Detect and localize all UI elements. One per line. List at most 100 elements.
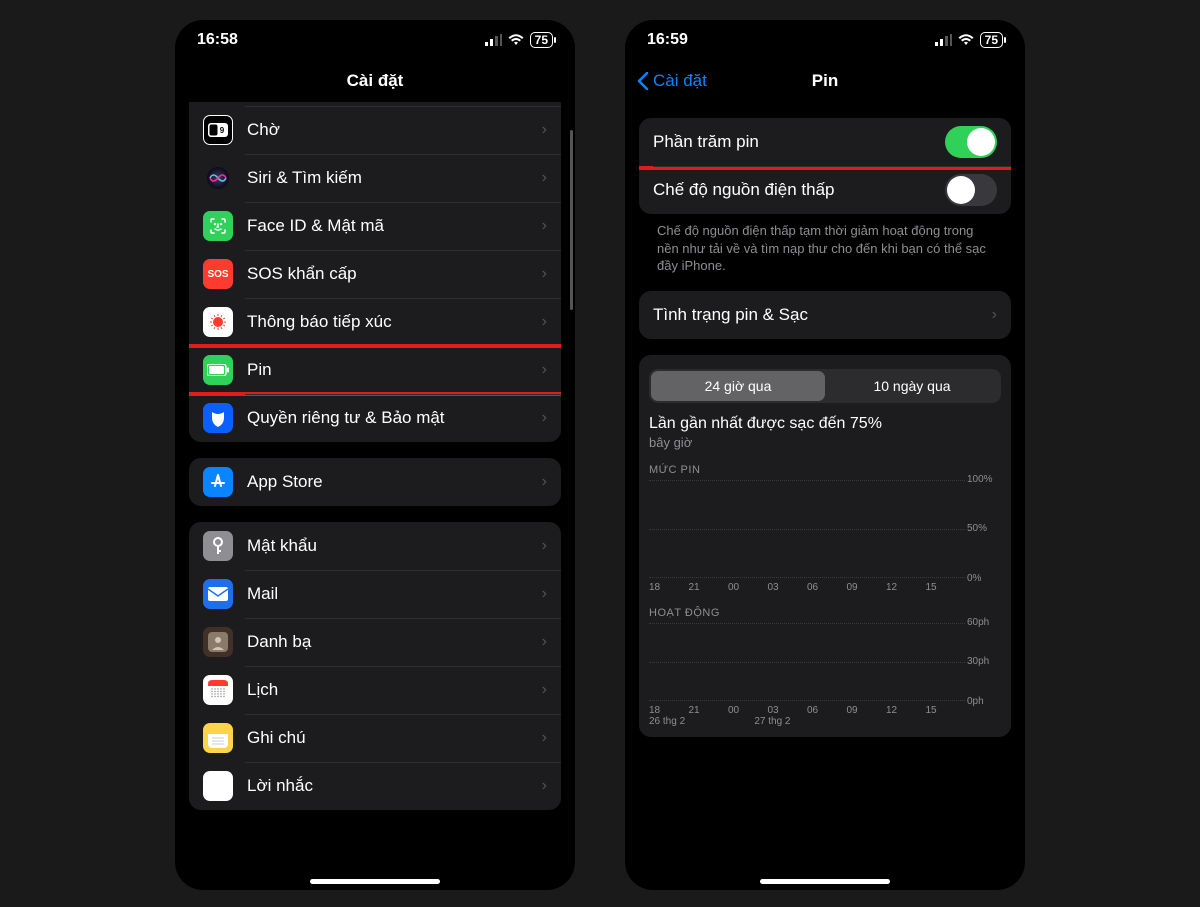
settings-row-battery[interactable]: Pin› — [189, 346, 561, 394]
privacy-icon — [203, 403, 233, 433]
status-bar: 16:59 75 — [625, 20, 1025, 60]
settings-row-mail[interactable]: Mail› — [189, 570, 561, 618]
x-axis: 1821000306091215 — [649, 705, 965, 716]
settings-row-notes[interactable]: Ghi chú› — [189, 714, 561, 762]
chevron-right-icon: › — [542, 729, 547, 747]
settings-row-appstore[interactable]: App Store› — [189, 458, 561, 506]
status-right: 75 — [485, 32, 553, 48]
settings-row-contacts[interactable]: Danh bạ› — [189, 618, 561, 666]
battery-level-chart: 100%50%0% — [649, 480, 1001, 578]
settings-row-siri[interactable]: Siri & Tìm kiếm› — [189, 154, 561, 202]
battery-health-row[interactable]: Tình trạng pin & Sạc › — [639, 291, 1011, 339]
status-bar: 16:58 75 — [175, 20, 575, 60]
phone-left: 16:58 75 Cài đặt Hình nền›9Chờ›Siri & Tì… — [175, 20, 575, 890]
home-indicator[interactable] — [310, 879, 440, 884]
chevron-right-icon: › — [542, 121, 547, 139]
chevron-right-icon: › — [542, 409, 547, 427]
reminders-icon — [203, 771, 233, 801]
row-label: Ghi chú — [247, 728, 542, 748]
sos-icon: SOS — [203, 259, 233, 289]
home-indicator[interactable] — [760, 879, 890, 884]
row-label: Lời nhắc — [247, 776, 542, 796]
phone-right: 16:59 75 Cài đặt Pin Phần trăm pin Chế độ… — [625, 20, 1025, 890]
calendar-icon — [203, 675, 233, 705]
settings-row-sos[interactable]: SOS SOS khẩn cấp› — [189, 250, 561, 298]
row-label: Thông báo tiếp xúc — [247, 312, 542, 332]
last-charged-heading: Lần gần nhất được sạc đến 75% — [649, 415, 1001, 433]
cellular-icon — [935, 34, 952, 46]
row-label: Pin — [247, 360, 542, 380]
battery-icon: 75 — [980, 32, 1003, 48]
toggle-row: Phần trăm pin — [639, 118, 1011, 166]
segmented-control[interactable]: 24 giờ qua 10 ngày qua — [649, 369, 1001, 403]
x-axis-dates: 26 thg 227 thg 2 — [649, 716, 965, 727]
page-title: Cài đặt — [347, 71, 404, 91]
activity-chart-label: HOẠT ĐỘNG — [649, 607, 1001, 619]
nav-bar: Cài đặt Pin — [625, 60, 1025, 102]
status-time: 16:58 — [197, 31, 238, 49]
chevron-right-icon: › — [542, 473, 547, 491]
row-label: SOS khẩn cấp — [247, 264, 542, 284]
row-label: App Store — [247, 472, 542, 492]
exposure-icon — [203, 307, 233, 337]
settings-group: Hình nền›9Chờ›Siri & Tìm kiếm›Face ID & … — [189, 102, 561, 442]
row-label: Chờ — [247, 120, 542, 140]
settings-list[interactable]: Hình nền›9Chờ›Siri & Tìm kiếm›Face ID & … — [175, 102, 575, 890]
chevron-right-icon: › — [542, 313, 547, 331]
cellular-icon — [485, 34, 502, 46]
usage-group: 24 giờ qua 10 ngày qua Lần gần nhất được… — [639, 355, 1011, 737]
toggle-row: Chế độ nguồn điện thấp — [639, 166, 1011, 214]
toggle-label: Chế độ nguồn điện thấp — [653, 180, 945, 200]
wifi-icon — [958, 34, 974, 46]
chevron-right-icon: › — [542, 777, 547, 795]
x-axis: 1821000306091215 — [649, 582, 965, 593]
mail-icon — [203, 579, 233, 609]
battery-icon: 75 — [530, 32, 553, 48]
settings-row-standby[interactable]: 9 Chờ› — [189, 106, 561, 154]
row-label: Mail — [247, 584, 542, 604]
level-chart-label: MỨC PIN — [649, 464, 1001, 476]
low-power-note: Chế độ nguồn điện thấp tạm thời giảm hoạ… — [639, 214, 1011, 275]
settings-row-calendar[interactable]: Lịch› — [189, 666, 561, 714]
settings-group: App Store› — [189, 458, 561, 506]
chevron-right-icon: › — [542, 265, 547, 283]
toggle-switch[interactable] — [945, 126, 997, 158]
back-label: Cài đặt — [653, 71, 707, 91]
chevron-right-icon: › — [542, 169, 547, 187]
chevron-right-icon: › — [542, 537, 547, 555]
toggle-group: Phần trăm pin Chế độ nguồn điện thấp — [639, 118, 1011, 214]
row-label: Face ID & Mật mã — [247, 216, 542, 236]
last-charged-sub: bây giờ — [649, 435, 1001, 450]
chevron-right-icon: › — [542, 361, 547, 379]
settings-row-passwords[interactable]: Mật khẩu› — [189, 522, 561, 570]
chevron-right-icon: › — [542, 585, 547, 603]
health-group: Tình trạng pin & Sạc › — [639, 291, 1011, 339]
wifi-icon — [508, 34, 524, 46]
svg-text:9: 9 — [220, 126, 225, 135]
chevron-right-icon: › — [542, 633, 547, 651]
page-title: Pin — [812, 71, 838, 91]
siri-icon — [203, 163, 233, 193]
appstore-icon — [203, 467, 233, 497]
row-label: Mật khẩu — [247, 536, 542, 556]
row-label: Tình trạng pin & Sạc — [653, 305, 992, 325]
battery-icon — [203, 355, 233, 385]
contacts-icon — [203, 627, 233, 657]
nav-bar: Cài đặt — [175, 60, 575, 102]
standby-icon: 9 — [203, 115, 233, 145]
segment-10d[interactable]: 10 ngày qua — [825, 371, 999, 401]
notes-icon — [203, 723, 233, 753]
row-label: Danh bạ — [247, 632, 542, 652]
settings-row-faceid[interactable]: Face ID & Mật mã› — [189, 202, 561, 250]
settings-row-privacy[interactable]: Quyền riêng tư & Bảo mật› — [189, 394, 561, 442]
faceid-icon — [203, 211, 233, 241]
toggle-switch[interactable] — [945, 174, 997, 206]
battery-scroll[interactable]: Phần trăm pin Chế độ nguồn điện thấp Chế … — [625, 102, 1025, 890]
back-button[interactable]: Cài đặt — [637, 71, 707, 91]
settings-row-exposure[interactable]: Thông báo tiếp xúc› — [189, 298, 561, 346]
segment-24h[interactable]: 24 giờ qua — [651, 371, 825, 401]
row-label: Lịch — [247, 680, 542, 700]
row-label: Quyền riêng tư & Bảo mật — [247, 408, 542, 428]
scrollbar[interactable] — [570, 130, 573, 310]
settings-row-reminders[interactable]: Lời nhắc› — [189, 762, 561, 810]
